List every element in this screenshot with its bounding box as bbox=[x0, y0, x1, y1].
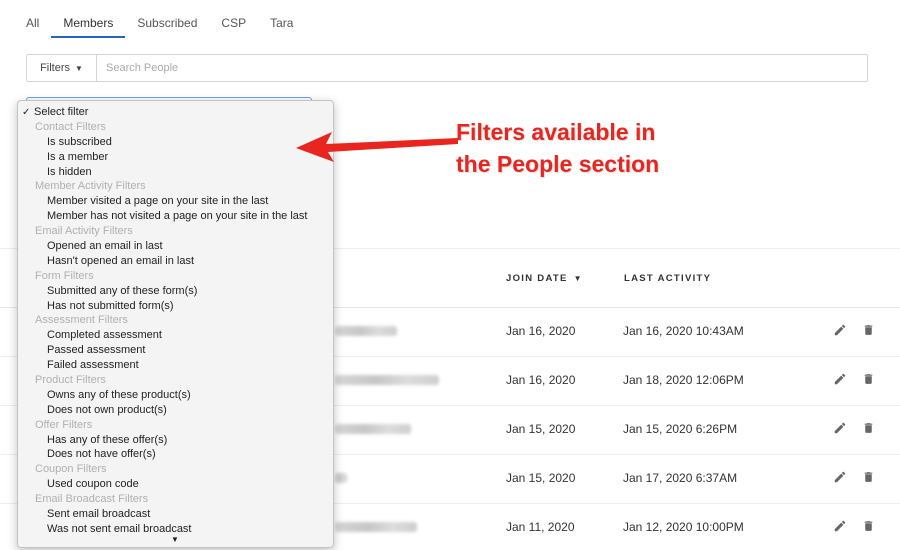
dropdown-option[interactable]: Owns any of these product(s) bbox=[18, 388, 333, 403]
edit-icon[interactable] bbox=[833, 372, 847, 386]
blurred-name bbox=[335, 375, 439, 385]
dropdown-option[interactable]: Sent email broadcast bbox=[18, 507, 333, 522]
join-date: Jan 16, 2020 bbox=[506, 324, 576, 338]
blurred-name bbox=[335, 473, 347, 483]
annotation-text: Filters available in the People section bbox=[456, 116, 659, 180]
column-join-date-label: JOIN DATE bbox=[506, 273, 568, 284]
delete-icon[interactable] bbox=[862, 372, 875, 386]
annotation-line-2: the People section bbox=[456, 151, 660, 177]
last-activity: Jan 18, 2020 12:06PM bbox=[623, 373, 744, 387]
dropdown-option[interactable]: Submitted any of these form(s) bbox=[18, 284, 333, 299]
dropdown-option[interactable]: Is a member bbox=[18, 150, 333, 165]
dropdown-group-label: Member Activity Filters bbox=[35, 180, 146, 193]
edit-icon[interactable] bbox=[833, 470, 847, 484]
join-date: Jan 16, 2020 bbox=[506, 373, 576, 387]
dropdown-option[interactable]: Is hidden bbox=[18, 165, 333, 180]
last-activity: Jan 12, 2020 10:00PM bbox=[623, 520, 744, 534]
tab-bar: All Members Subscribed CSP Tara bbox=[14, 8, 305, 38]
join-date: Jan 15, 2020 bbox=[506, 471, 576, 485]
dropdown-group-label: Coupon Filters bbox=[35, 463, 107, 476]
dropdown-option[interactable]: Completed assessment bbox=[18, 328, 333, 343]
delete-icon[interactable] bbox=[862, 470, 875, 484]
edit-icon[interactable] bbox=[833, 421, 847, 435]
dropdown-group-label: Email Activity Filters bbox=[35, 225, 133, 238]
last-activity: Jan 15, 2020 6:26PM bbox=[623, 422, 738, 436]
column-join-date[interactable]: JOIN DATE ▼ bbox=[506, 273, 583, 284]
delete-icon[interactable] bbox=[862, 421, 875, 435]
sort-down-icon: ▼ bbox=[573, 274, 583, 283]
blurred-name bbox=[335, 326, 397, 336]
tab-csp[interactable]: CSP bbox=[209, 8, 258, 38]
dropdown-group-label: Form Filters bbox=[35, 269, 94, 282]
dropdown-option[interactable]: Has any of these offer(s) bbox=[18, 433, 333, 448]
blurred-name bbox=[335, 522, 417, 532]
dropdown-group-label: Product Filters bbox=[35, 374, 106, 387]
dropdown-option[interactable]: Opened an email in last bbox=[18, 239, 333, 254]
dropdown-option[interactable]: Used coupon code bbox=[18, 477, 333, 492]
dropdown-option[interactable]: Has not submitted form(s) bbox=[18, 299, 333, 314]
delete-icon[interactable] bbox=[862, 323, 875, 337]
join-date: Jan 15, 2020 bbox=[506, 422, 576, 436]
dropdown-option[interactable]: Member visited a page on your site in th… bbox=[18, 194, 333, 209]
filter-dropdown-list: ✓ Select filter Contact Filters Is subscr… bbox=[17, 100, 334, 548]
dropdown-option[interactable]: Member has not visited a page on your si… bbox=[18, 209, 333, 224]
dropdown-group-label: Contact Filters bbox=[35, 120, 106, 133]
dropdown-option[interactable]: Is subscribed bbox=[18, 135, 333, 150]
dropdown-group-label: Assessment Filters bbox=[35, 314, 128, 327]
filters-button[interactable]: Filters ▼ bbox=[27, 55, 97, 81]
edit-icon[interactable] bbox=[833, 519, 847, 533]
scroll-down-icon[interactable]: ▼ bbox=[171, 535, 179, 544]
dropdown-option-label: Select filter bbox=[34, 106, 89, 118]
filters-button-label: Filters bbox=[40, 62, 71, 74]
join-date: Jan 11, 2020 bbox=[506, 520, 575, 534]
dropdown-group-label: Offer Filters bbox=[35, 418, 93, 431]
tab-subscribed[interactable]: Subscribed bbox=[125, 8, 209, 38]
dropdown-option[interactable]: Hasn't opened an email in last bbox=[18, 254, 333, 269]
dropdown-option-selected[interactable]: ✓ Select filter bbox=[18, 105, 333, 120]
dropdown-option[interactable]: Does not have offer(s) bbox=[18, 447, 333, 462]
dropdown-option[interactable]: Does not own product(s) bbox=[18, 403, 333, 418]
last-activity: Jan 16, 2020 10:43AM bbox=[623, 324, 744, 338]
edit-icon[interactable] bbox=[833, 323, 847, 337]
tab-tara[interactable]: Tara bbox=[258, 8, 305, 38]
tab-members[interactable]: Members bbox=[51, 8, 126, 38]
filter-search-bar: Filters ▼ bbox=[26, 54, 868, 82]
tab-all[interactable]: All bbox=[14, 8, 51, 38]
last-activity: Jan 17, 2020 6:37AM bbox=[623, 471, 738, 485]
caret-down-icon: ▼ bbox=[75, 63, 83, 73]
column-last-activity-label: LAST ACTIVITY bbox=[624, 273, 712, 284]
column-last-activity[interactable]: LAST ACTIVITY bbox=[624, 273, 711, 284]
annotation-arrow bbox=[296, 132, 458, 162]
annotation-line-1: Filters available in bbox=[456, 119, 656, 145]
blurred-name bbox=[335, 424, 411, 434]
dropdown-group-label: Email Broadcast Filters bbox=[35, 493, 149, 506]
checkmark-icon: ✓ bbox=[22, 107, 31, 118]
dropdown-option[interactable]: Failed assessment bbox=[18, 358, 333, 373]
delete-icon[interactable] bbox=[862, 519, 875, 533]
dropdown-option[interactable]: Passed assessment bbox=[18, 343, 333, 358]
search-input[interactable] bbox=[97, 55, 867, 81]
